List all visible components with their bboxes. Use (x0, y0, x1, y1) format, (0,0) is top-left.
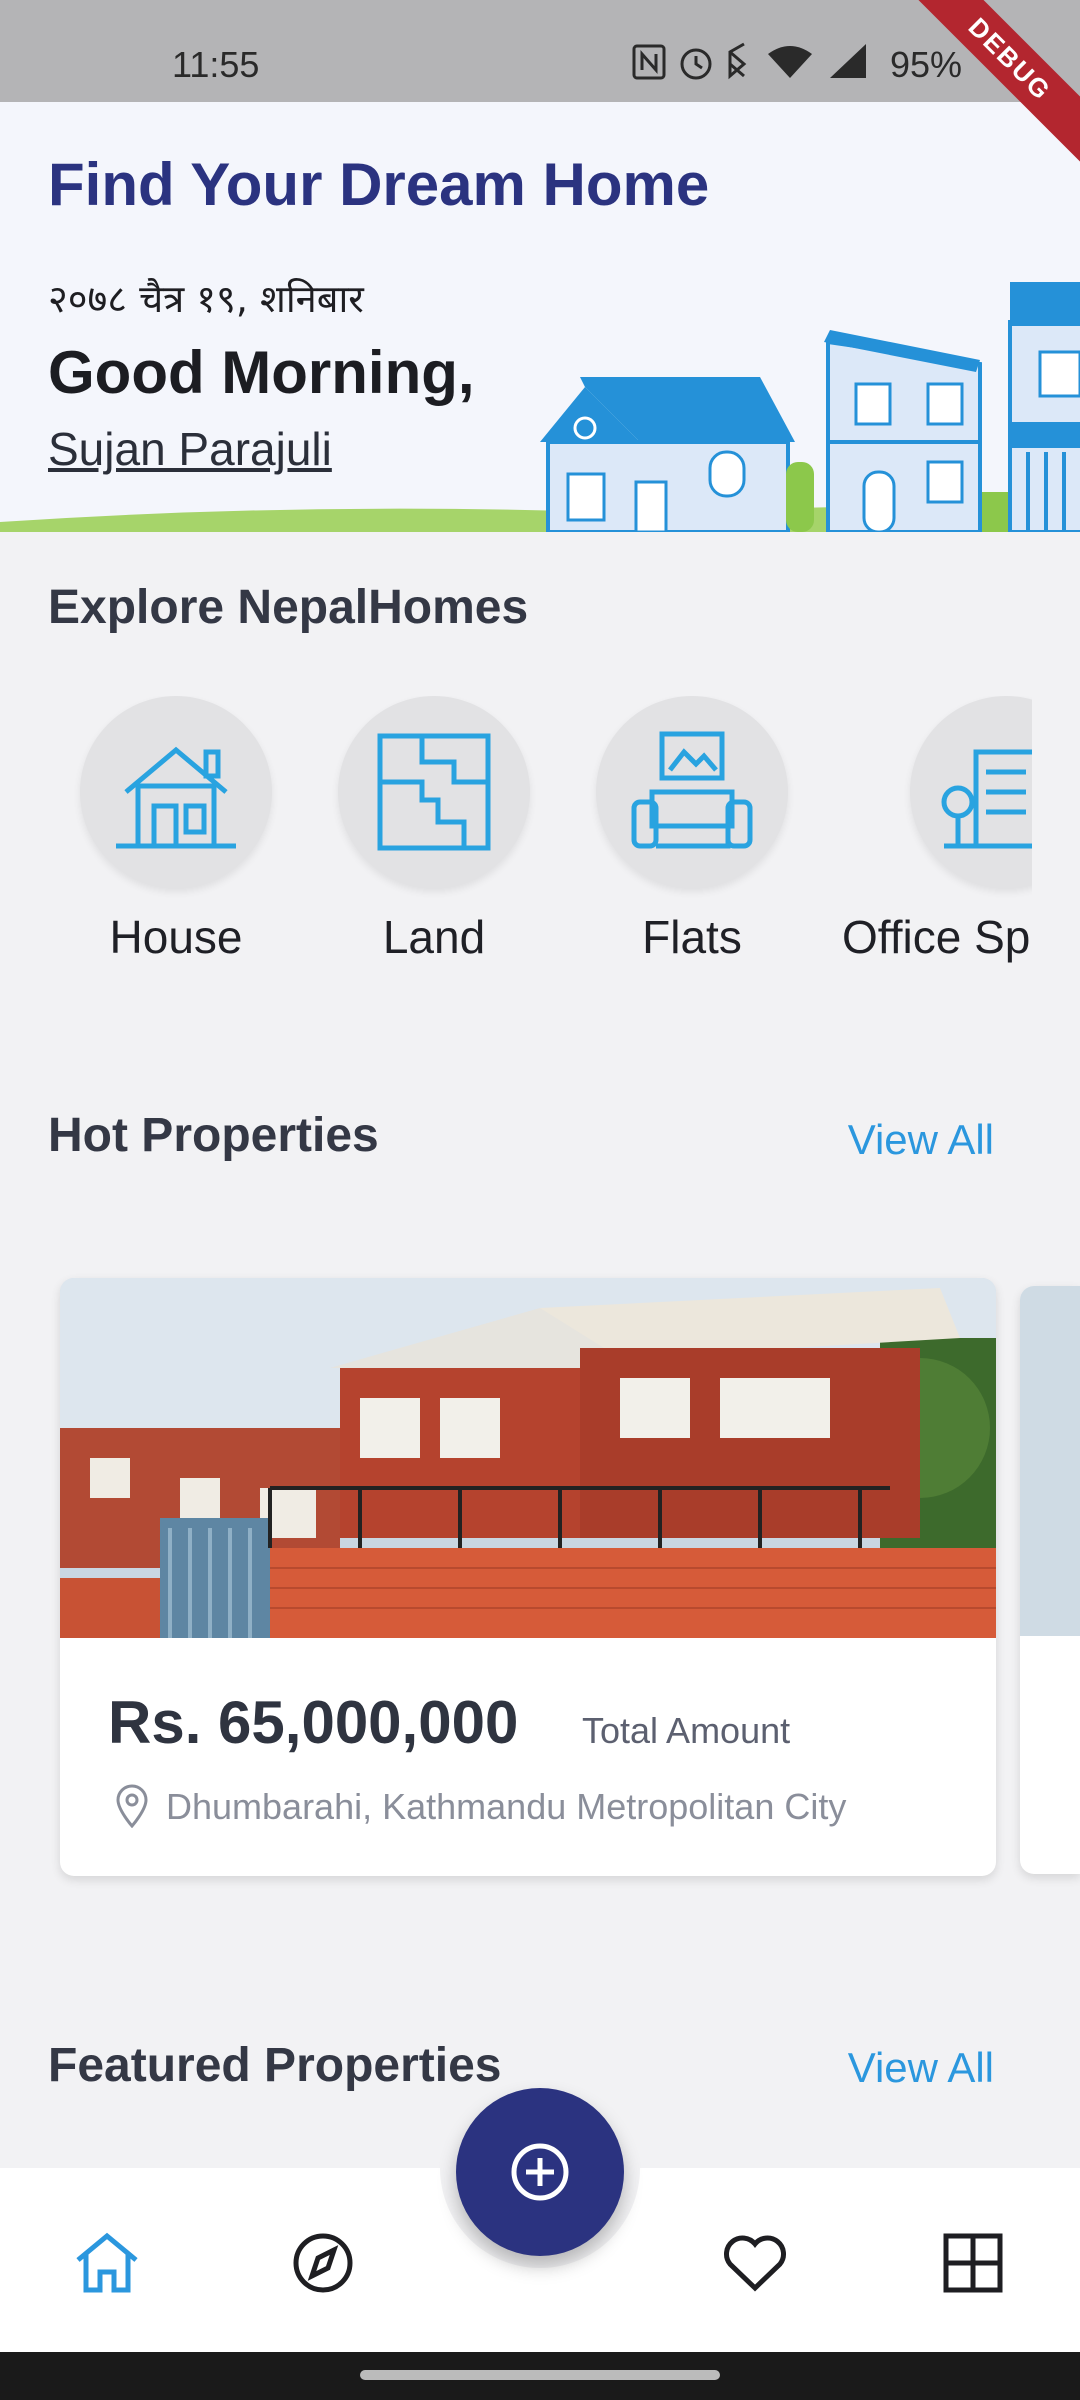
hero-title: Find Your Dream Home (48, 151, 710, 218)
user-name-link[interactable]: Sujan Parajuli (48, 422, 332, 476)
category-label: House (109, 911, 243, 963)
heart-icon[interactable] (720, 2228, 790, 2298)
property-card[interactable]: Rs. 65,000,000 Total Amount Dhumbarahi, … (60, 1278, 996, 1876)
gesture-handle[interactable] (360, 2370, 720, 2380)
compass-icon[interactable] (288, 2228, 358, 2298)
explore-section-title: Explore NepalHomes (48, 581, 529, 634)
status-icons (630, 40, 880, 89)
greeting: Good Morning, (48, 339, 475, 406)
location-pin-icon (116, 1784, 148, 1828)
status-time: 11:55 (172, 44, 260, 85)
house-icon (80, 696, 272, 888)
office-building-icon (910, 696, 1032, 888)
grid-icon[interactable] (938, 2228, 1008, 2298)
wifi-icon (768, 46, 812, 78)
hot-properties-title: Hot Properties (48, 1109, 379, 1162)
home-icon[interactable] (72, 2228, 142, 2298)
category-list[interactable]: House Land Flats Office Sp (0, 696, 1032, 996)
bluetooth-icon (728, 42, 747, 80)
nepali-date: २०७८ चैत्र १९, शनिबार (48, 277, 364, 321)
category-land[interactable]: Land (304, 696, 564, 964)
featured-properties-view-all[interactable]: View All (848, 2044, 994, 2092)
property-price: Rs. 65,000,000 (108, 1689, 519, 1756)
property-photo (60, 1278, 996, 1638)
property-location: Dhumbarahi, Kathmandu Metropolitan City (166, 1786, 847, 1827)
category-label: Flats (642, 911, 742, 963)
price-label: Total Amount (582, 1710, 791, 1751)
signal-icon (830, 44, 866, 78)
category-house[interactable]: House (46, 696, 306, 964)
add-property-button[interactable] (456, 2088, 624, 2256)
status-bar: 11:55 95% (0, 0, 1080, 102)
sofa-icon (596, 696, 788, 888)
category-flats[interactable]: Flats (562, 696, 822, 964)
featured-properties-title: Featured Properties (48, 2039, 502, 2092)
battery-percent: 95% (889, 44, 962, 85)
hero-banner: Find Your Dream Home २०७८ चैत्र १९, शनिब… (0, 102, 1080, 532)
hot-properties-view-all[interactable]: View All (848, 1116, 994, 1164)
category-office-space[interactable]: Office Space (842, 696, 1032, 964)
land-plot-icon (338, 696, 530, 888)
add-circle-icon (511, 2143, 569, 2201)
category-label: Land (382, 911, 486, 963)
category-label: Office Space (842, 911, 1032, 963)
property-card-next-peek[interactable] (1020, 1286, 1080, 1874)
